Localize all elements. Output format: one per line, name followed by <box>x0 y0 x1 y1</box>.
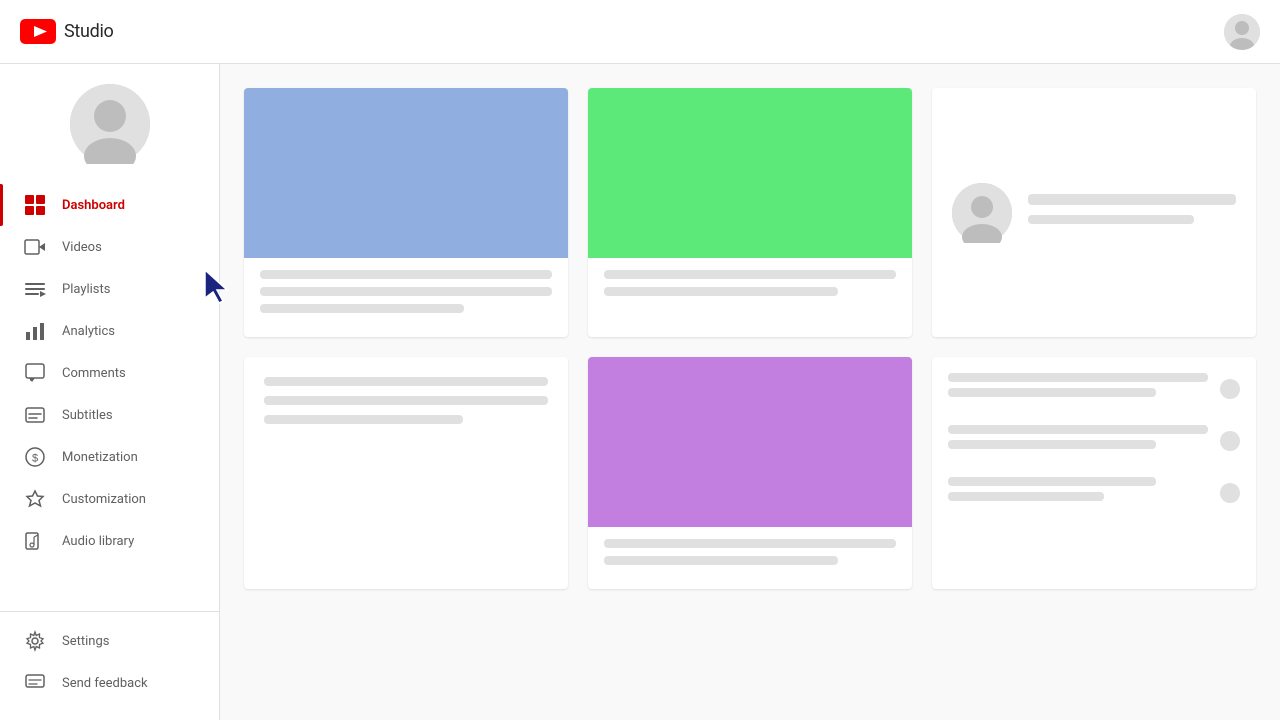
content-grid <box>244 88 1256 589</box>
svg-text:$: $ <box>32 453 38 465</box>
sidebar-item-monetization[interactable]: $ Monetization <box>0 436 219 478</box>
list-item-lines <box>948 373 1208 405</box>
channel-avatar-icon <box>70 84 150 164</box>
playlists-icon <box>24 278 46 300</box>
list-item-lines <box>948 477 1208 509</box>
text-line <box>604 270 896 279</box>
sidebar-avatar-section <box>0 64 219 180</box>
profile-avatar-icon <box>952 183 1012 243</box>
dashboard-icon <box>24 194 46 216</box>
comments-icon <box>24 362 46 384</box>
monetization-icon: $ <box>24 446 46 468</box>
list-item-indicator <box>1220 431 1240 451</box>
sidebar-nav: Dashboard Videos <box>0 180 219 611</box>
list-item-indicator <box>1220 483 1240 503</box>
text-line <box>948 492 1104 501</box>
sidebar-item-send-feedback-label: Send feedback <box>62 676 148 691</box>
sidebar-channel-avatar[interactable] <box>70 84 150 164</box>
sidebar-item-settings-label: Settings <box>62 634 109 649</box>
list-item <box>948 373 1240 405</box>
card-1-thumbnail <box>244 88 568 258</box>
profile-card-avatar <box>952 183 1012 243</box>
card-3-profile[interactable] <box>932 88 1256 337</box>
sidebar-item-analytics-label: Analytics <box>62 324 115 339</box>
settings-icon <box>24 630 46 652</box>
sidebar-item-analytics[interactable]: Analytics <box>0 310 219 352</box>
text-line <box>604 539 896 548</box>
videos-icon <box>24 236 46 258</box>
header-user-avatar[interactable] <box>1224 14 1260 50</box>
list-item-lines <box>948 425 1208 457</box>
card-2[interactable] <box>588 88 912 337</box>
sidebar-item-audio-library[interactable]: Audio library <box>0 520 219 562</box>
text-line <box>264 415 463 424</box>
card-2-text <box>588 258 912 320</box>
card-1-text <box>244 258 568 337</box>
text-line <box>604 287 838 296</box>
sidebar-item-playlists[interactable]: Playlists <box>0 268 219 310</box>
sidebar-item-settings[interactable]: Settings <box>0 620 219 662</box>
text-line <box>604 556 838 565</box>
header-logo-area: Studio <box>20 19 114 44</box>
sidebar-item-playlists-label: Playlists <box>62 282 110 297</box>
analytics-icon <box>24 320 46 342</box>
text-line <box>948 440 1156 449</box>
sidebar-item-audio-library-label: Audio library <box>62 534 134 549</box>
text-line <box>1028 215 1194 224</box>
avatar-icon <box>1224 14 1260 50</box>
text-line <box>948 477 1156 486</box>
subtitles-icon <box>24 404 46 426</box>
sidebar-item-videos[interactable]: Videos <box>0 226 219 268</box>
feedback-icon <box>24 672 46 694</box>
main-content <box>220 64 1280 720</box>
audio-icon <box>24 530 46 552</box>
list-item-indicator <box>1220 379 1240 399</box>
text-line <box>264 377 548 386</box>
sidebar-item-send-feedback[interactable]: Send feedback <box>0 662 219 704</box>
youtube-logo-icon <box>20 19 56 44</box>
sidebar-item-videos-label: Videos <box>62 240 102 255</box>
sidebar: Dashboard Videos <box>0 64 220 720</box>
sidebar-item-subtitles-label: Subtitles <box>62 408 113 423</box>
text-line <box>260 270 552 279</box>
text-line <box>1028 194 1236 205</box>
sidebar-item-monetization-label: Monetization <box>62 450 138 465</box>
sidebar-item-dashboard-label: Dashboard <box>62 198 125 213</box>
text-line <box>260 287 552 296</box>
text-line <box>948 373 1208 382</box>
sidebar-item-subtitles[interactable]: Subtitles <box>0 394 219 436</box>
card-2-thumbnail <box>588 88 912 258</box>
card-4-empty[interactable] <box>244 357 568 589</box>
text-line <box>264 396 548 405</box>
main-layout: Dashboard Videos <box>0 64 1280 720</box>
card-5-thumbnail <box>588 357 912 527</box>
card-1[interactable] <box>244 88 568 337</box>
sidebar-item-comments-label: Comments <box>62 366 126 381</box>
sidebar-item-customization-label: Customization <box>62 492 146 507</box>
list-item <box>948 425 1240 457</box>
sidebar-item-customization[interactable]: Customization <box>0 478 219 520</box>
profile-card-lines <box>1028 194 1236 232</box>
card-6-list <box>932 357 1256 589</box>
customization-icon <box>24 488 46 510</box>
sidebar-item-dashboard[interactable]: Dashboard <box>0 184 219 226</box>
card-5[interactable] <box>588 357 912 589</box>
card-5-text <box>588 527 912 589</box>
list-item <box>948 477 1240 509</box>
studio-label: Studio <box>64 21 114 42</box>
header: Studio <box>0 0 1280 64</box>
sidebar-bottom: Settings Send feedback <box>0 611 219 720</box>
sidebar-item-comments[interactable]: Comments <box>0 352 219 394</box>
text-line <box>948 388 1156 397</box>
text-line <box>260 304 464 313</box>
text-line <box>948 425 1208 434</box>
